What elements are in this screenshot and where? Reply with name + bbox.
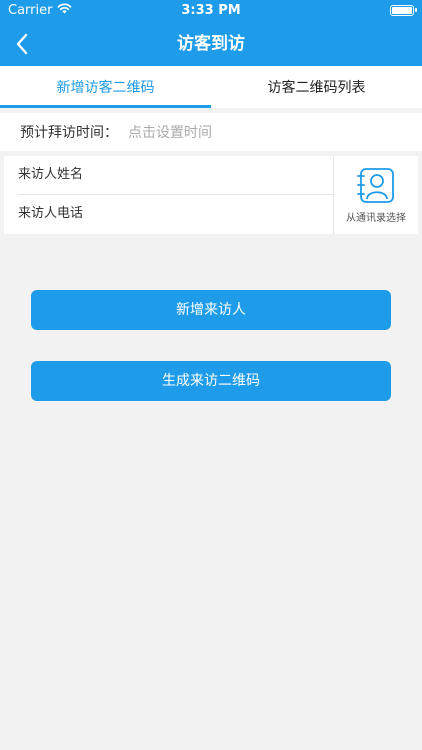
visit-time-row: 预计拜访时间： 点击设置时间 bbox=[0, 113, 422, 151]
visit-time-label: 预计拜访时间： bbox=[20, 125, 118, 141]
status-bar: Carrier 3:33 PM bbox=[0, 0, 422, 22]
visitor-form: 来访人姓名 来访人电话 从通讯录选择 bbox=[4, 156, 418, 234]
select-from-contacts-button[interactable]: 从通讯录选择 bbox=[334, 156, 418, 234]
tab-bar: 新增访客二维码 访客二维码列表 bbox=[0, 66, 422, 108]
battery-icon bbox=[390, 5, 417, 16]
tab-new-visitor-qr[interactable]: 新增访客二维码 bbox=[0, 66, 211, 108]
contact-book-icon bbox=[357, 167, 394, 203]
back-button[interactable] bbox=[8, 30, 36, 58]
generate-qr-button[interactable]: 生成来访二维码 bbox=[31, 361, 391, 401]
contacts-label: 从通讯录选择 bbox=[346, 212, 406, 224]
nav-bar: 访客到访 bbox=[0, 22, 422, 66]
app-header: Carrier 3:33 PM 访客到访 bbox=[0, 0, 422, 66]
visitor-phone-input[interactable]: 来访人电话 bbox=[18, 195, 334, 233]
visit-time-picker[interactable]: 点击设置时间 bbox=[128, 122, 212, 142]
tab-visitor-qr-list[interactable]: 访客二维码列表 bbox=[211, 66, 422, 108]
visitor-name-input[interactable]: 来访人姓名 bbox=[18, 156, 334, 195]
chevron-left-icon bbox=[16, 33, 28, 55]
page-title: 访客到访 bbox=[177, 34, 245, 54]
add-visitor-button[interactable]: 新增来访人 bbox=[31, 290, 391, 330]
wifi-icon bbox=[57, 3, 72, 18]
carrier-info: Carrier bbox=[8, 3, 72, 18]
carrier-label: Carrier bbox=[8, 3, 53, 18]
